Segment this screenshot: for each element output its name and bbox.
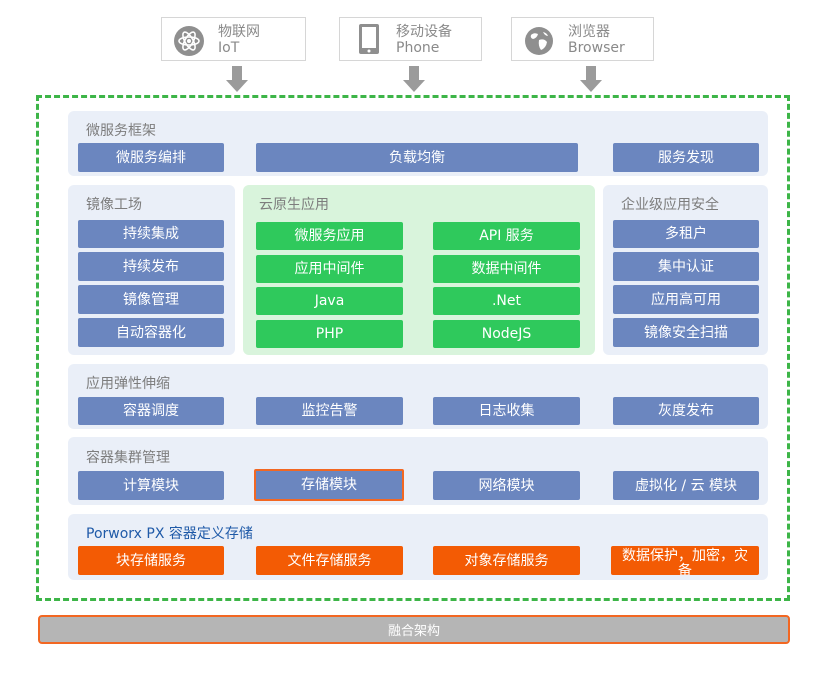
image-management-button[interactable]: 镜像管理 [78, 285, 224, 314]
panel-title: 企业级应用安全 [621, 197, 719, 213]
continuous-release-button[interactable]: 持续发布 [78, 252, 224, 281]
client-browser: 浏览器 Browser [511, 17, 654, 61]
gray-release-button[interactable]: 灰度发布 [613, 397, 759, 425]
data-protection-button[interactable]: 数据保护，加密，灾备 [611, 546, 759, 575]
client-sublabel: IoT [218, 40, 240, 56]
panel-title: 应用弹性伸缩 [86, 376, 170, 392]
client-label: 物联网 [218, 24, 260, 40]
compute-module-button[interactable]: 计算模块 [78, 471, 224, 500]
monitor-alert-button[interactable]: 监控告警 [256, 397, 403, 425]
load-balancing-button[interactable]: 负载均衡 [256, 143, 578, 172]
panel-title: 微服务框架 [86, 123, 156, 139]
network-module-button[interactable]: 网络模块 [433, 471, 580, 500]
panel-title: 镜像工场 [86, 197, 142, 213]
client-phone: 移动设备 Phone [339, 17, 482, 61]
arrow-down-icon [580, 66, 602, 92]
virtualization-cloud-module-button[interactable]: 虚拟化 / 云 模块 [613, 471, 759, 500]
globe-icon [524, 26, 554, 56]
image-security-scan-button[interactable]: 镜像安全扫描 [613, 318, 759, 347]
continuous-integration-button[interactable]: 持续集成 [78, 220, 224, 248]
storage-module-button[interactable]: 存储模块 [254, 469, 404, 501]
data-middleware-button[interactable]: 数据中间件 [433, 255, 580, 283]
client-sublabel: Browser [568, 40, 625, 56]
phone-icon [358, 23, 388, 54]
microservice-orchestration-button[interactable]: 微服务编排 [78, 143, 224, 172]
dotnet-button[interactable]: .Net [433, 287, 580, 315]
arrow-down-icon [226, 66, 248, 92]
object-storage-button[interactable]: 对象存储服务 [433, 546, 580, 575]
log-collection-button[interactable]: 日志收集 [433, 397, 580, 425]
microservice-app-button[interactable]: 微服务应用 [256, 222, 403, 250]
panel-title: Porworx PX 容器定义存储 [86, 526, 253, 542]
api-service-button[interactable]: API 服务 [433, 222, 580, 250]
php-button[interactable]: PHP [256, 320, 403, 348]
client-iot: 物联网 IoT [161, 17, 306, 61]
panel-title: 容器集群管理 [86, 450, 170, 466]
client-label: 移动设备 [396, 24, 452, 40]
multi-tenant-button[interactable]: 多租户 [613, 220, 759, 248]
atom-icon [174, 26, 204, 56]
central-auth-button[interactable]: 集中认证 [613, 252, 759, 281]
client-label: 浏览器 [568, 24, 610, 40]
nodejs-button[interactable]: NodeJS [433, 320, 580, 348]
app-middleware-button[interactable]: 应用中间件 [256, 255, 403, 283]
arrow-down-icon [403, 66, 425, 92]
container-scheduling-button[interactable]: 容器调度 [78, 397, 224, 425]
auto-containerize-button[interactable]: 自动容器化 [78, 318, 224, 347]
block-storage-button[interactable]: 块存储服务 [78, 546, 224, 575]
service-discovery-button[interactable]: 服务发现 [613, 143, 759, 172]
client-sublabel: Phone [396, 40, 440, 56]
java-button[interactable]: Java [256, 287, 403, 315]
app-high-availability-button[interactable]: 应用高可用 [613, 285, 759, 314]
file-storage-button[interactable]: 文件存储服务 [256, 546, 403, 575]
panel-title: 云原生应用 [259, 197, 329, 213]
converged-architecture-bar: 融合架构 [38, 615, 790, 644]
